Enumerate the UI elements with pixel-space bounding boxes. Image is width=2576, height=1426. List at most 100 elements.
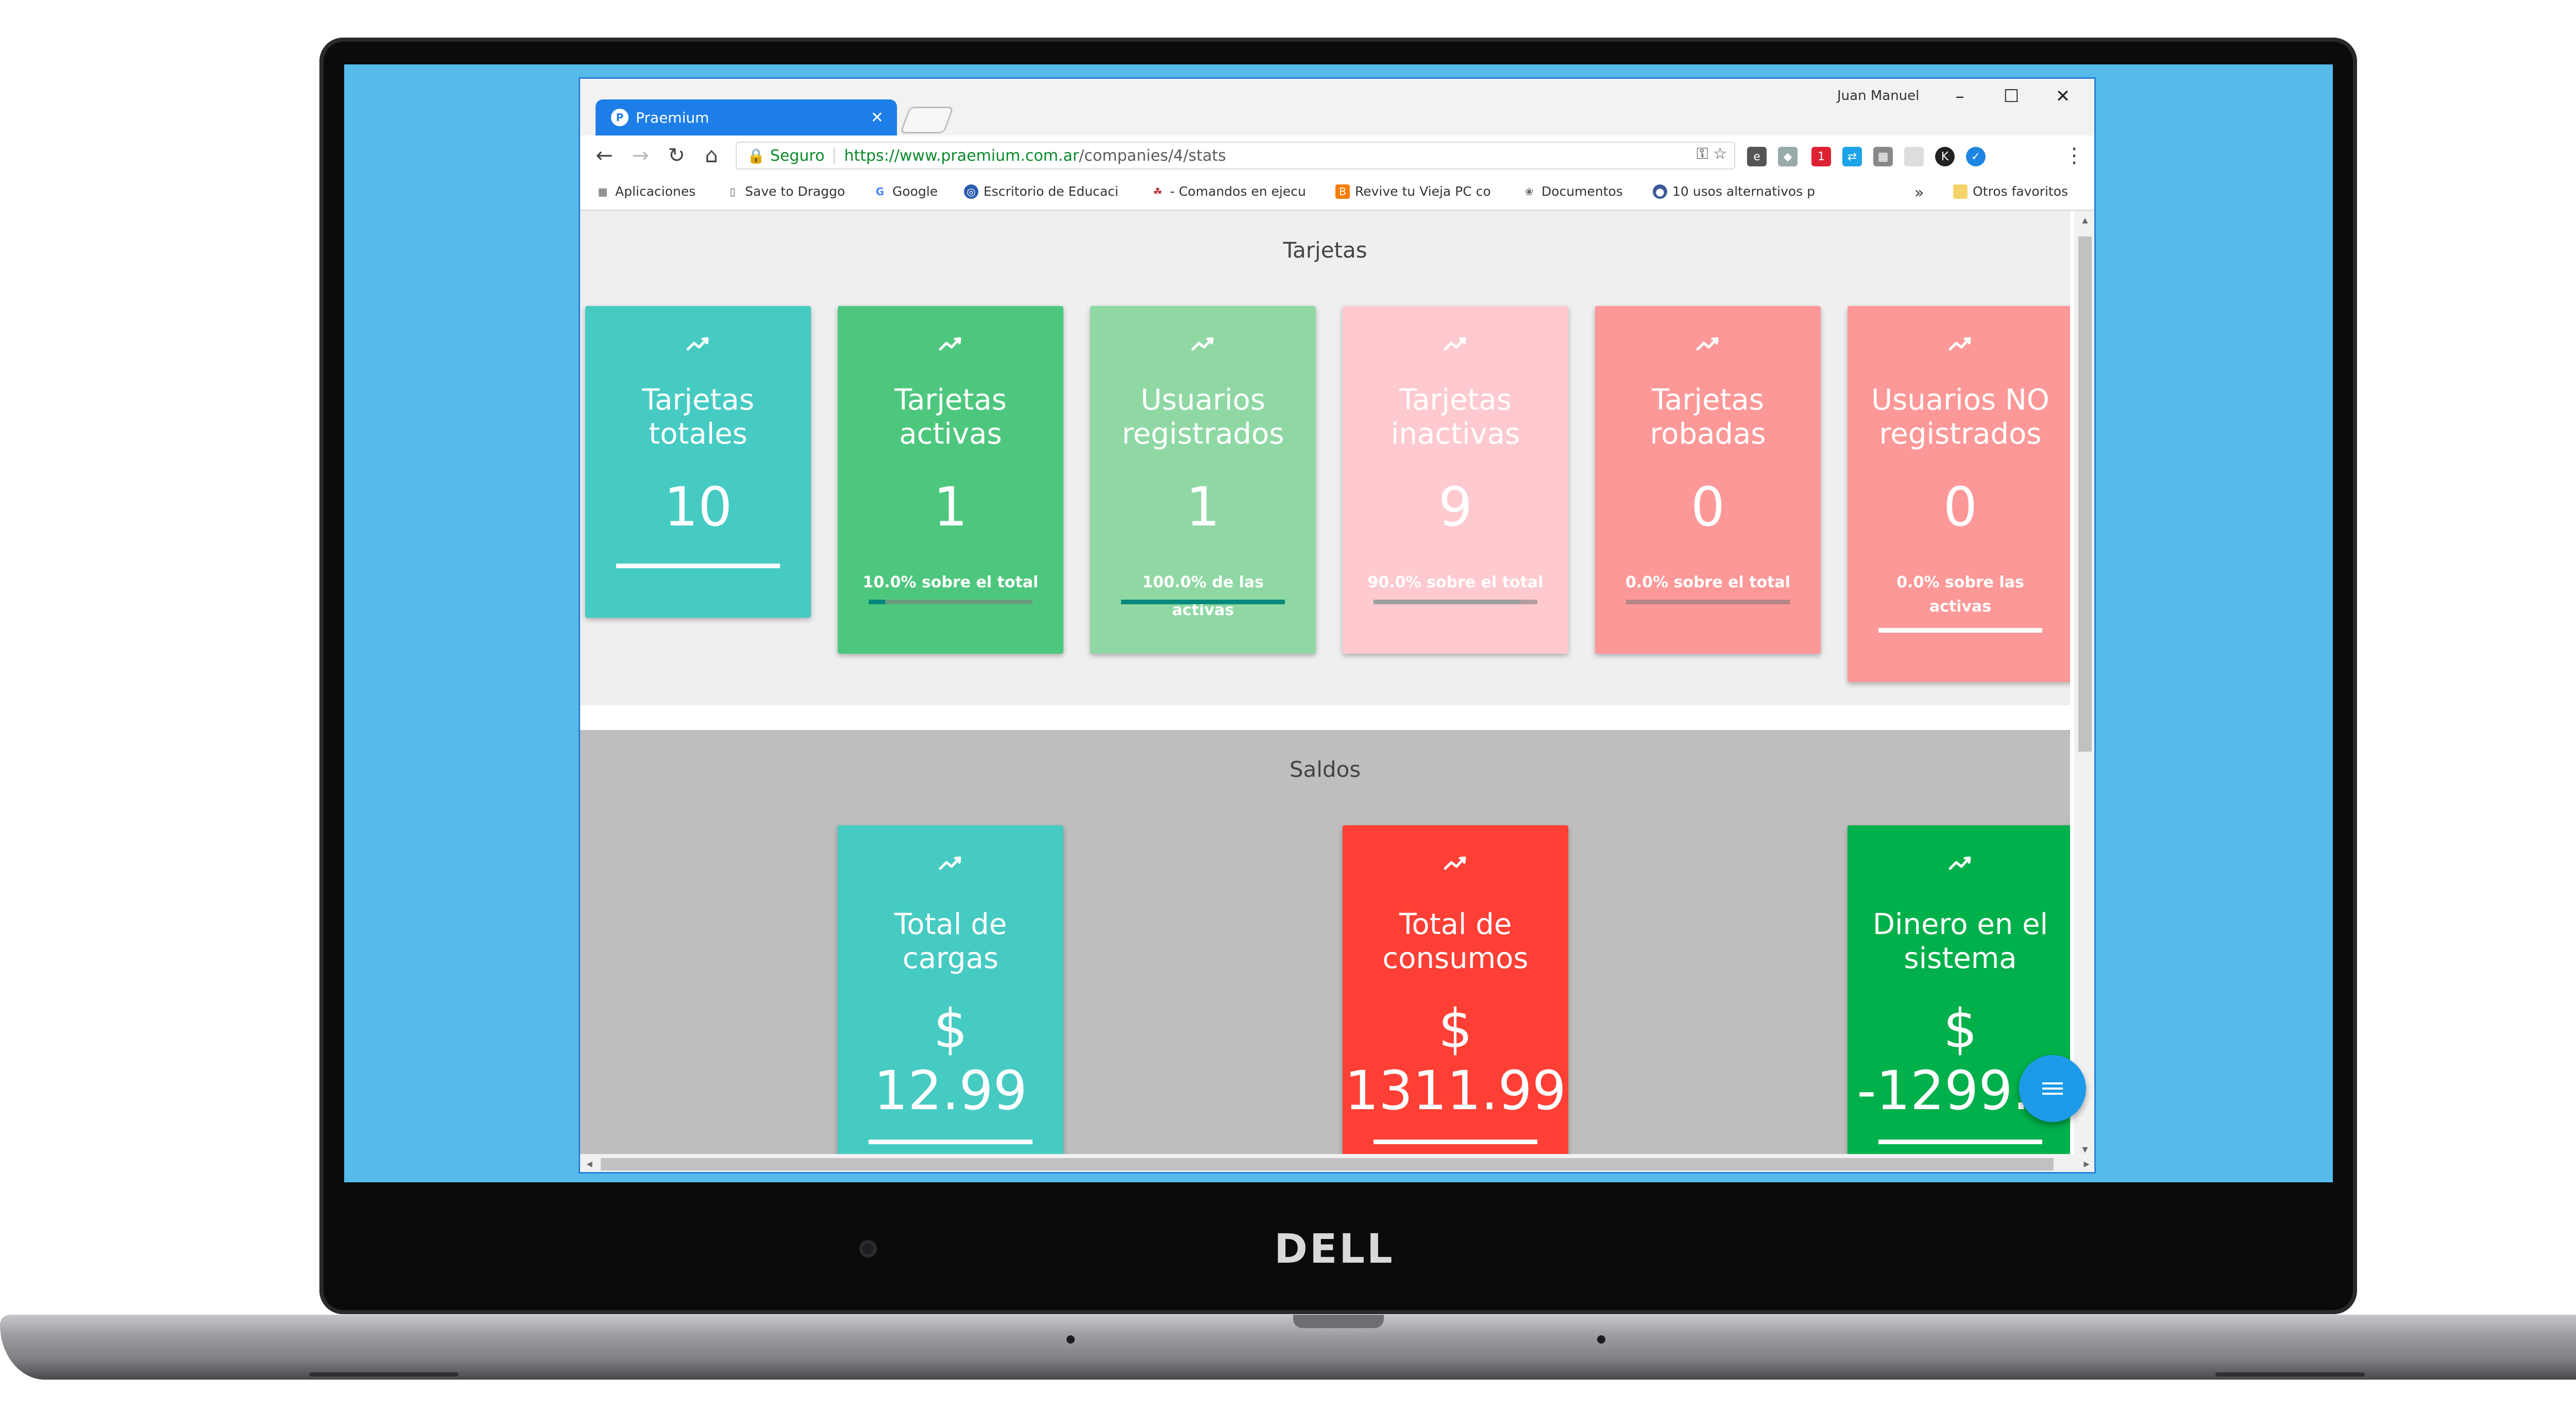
card-underline — [869, 1140, 1032, 1144]
card-label: Tarjetas robadas — [1595, 383, 1821, 451]
google-icon: G — [875, 185, 885, 198]
home-icon[interactable]: ⌂ — [699, 143, 724, 168]
laptop-notch — [1293, 1315, 1384, 1328]
bookmark-item[interactable]: ☘ - Comandos en ejecu — [1150, 184, 1306, 199]
card-label-line: registrados — [1122, 417, 1284, 451]
stat-card: Tarjetas inactivas 9 90.0% sobre el total — [1343, 306, 1568, 654]
trending-up-icon — [1948, 337, 1971, 351]
reload-icon[interactable]: ↻ — [664, 143, 689, 168]
minimize-button[interactable]: – — [1935, 82, 1985, 111]
balance-card: Total de consumos $1311.99 — [1343, 825, 1568, 1159]
scrollbar-thumb[interactable] — [2078, 236, 2092, 752]
card-value: 9 — [1438, 476, 1473, 538]
card-label-line: totales — [649, 417, 748, 451]
stat-card: Usuarios NO registrados 0 0.0% sobre las act… — [1848, 306, 2070, 682]
card-label-line: Total de — [894, 908, 1007, 941]
scrollbar-thumb[interactable] — [601, 1158, 2054, 1170]
trending-up-icon — [1696, 337, 1719, 351]
laptop-base — [0, 1315, 2576, 1380]
new-tab-button[interactable] — [900, 107, 954, 133]
card-subtitle: 90.0% sobre el total — [1367, 573, 1544, 591]
tab-praemium[interactable]: P Praemium ✕ — [596, 99, 897, 135]
card-label: Tarjetas activas — [838, 383, 1063, 451]
progress-bar — [616, 564, 780, 568]
trending-up-icon — [1191, 337, 1214, 351]
bookmark-item[interactable]: B Revive tu Vieja PC co — [1335, 184, 1491, 199]
card-label-line: Tarjetas — [1399, 383, 1512, 417]
stat-card: Tarjetas robadas 0 0.0% sobre el total — [1595, 306, 1821, 654]
card-label-line: consumos — [1382, 942, 1529, 975]
card-underline — [1374, 1140, 1537, 1144]
scroll-right-arrow-icon[interactable]: ▸ — [2077, 1154, 2094, 1172]
address-bar[interactable]: 🔒 Seguro https://www.praemium.com.ar/com… — [736, 142, 1735, 169]
card-value: 0 — [1943, 476, 1978, 538]
card-label-line: activas — [899, 417, 1002, 451]
close-window-button[interactable]: ✕ — [2038, 82, 2088, 111]
progress-bar-fill — [869, 600, 885, 604]
card-label-line: Tarjetas — [894, 383, 1007, 417]
browser-toolbar: ← → ↻ ⌂ 🔒 Seguro https://www.praemium.co… — [580, 135, 2094, 177]
card-value: 1 — [933, 476, 968, 538]
trending-up-icon — [1444, 856, 1466, 870]
forward-arrow-icon[interactable]: → — [628, 143, 653, 168]
card-label-line: sistema — [1904, 942, 2017, 975]
card-value: 10 — [664, 476, 733, 538]
folder-icon — [1953, 184, 1968, 199]
bookmarks-overflow-button[interactable]: » — [1914, 184, 1924, 202]
k-extension-icon[interactable]: K — [1935, 147, 1955, 166]
extension-icon[interactable]: ✓ — [1966, 147, 1986, 166]
progress-bar-fill — [1121, 600, 1285, 604]
card-label: Tarjetas totales — [585, 383, 811, 451]
floating-menu-button[interactable] — [2019, 1055, 2086, 1122]
extension-icon[interactable] — [1904, 147, 1924, 166]
balance-amount: 1311.99 — [1344, 1059, 1567, 1122]
mail-extension-icon[interactable]: 1 — [1811, 147, 1831, 166]
currency-symbol: $ — [1943, 997, 1978, 1060]
progress-bar-fill — [1374, 600, 1521, 604]
balance-amount: 12.99 — [874, 1059, 1027, 1122]
tarjetas-section: Tarjetas Tarjetas totales 10 Tarjetas activa… — [580, 211, 2070, 705]
vertical-scrollbar[interactable]: ▴ ▾ — [2074, 211, 2094, 1159]
extension-icon[interactable]: ▦ — [1873, 147, 1893, 166]
title-bar: P Praemium ✕ Juan Manuel – ☐ ✕ — [580, 79, 2094, 135]
bookmarks-bar: ▦ Aplicaciones ▯ Save to Draggo G Google ◎ E… — [580, 177, 2094, 211]
bookmark-item[interactable]: ▯ Save to Draggo — [725, 184, 845, 199]
balance-card: Total de cargas $12.99 — [838, 825, 1063, 1159]
stat-card: Tarjetas totales 10 — [585, 306, 811, 618]
card-label: Tarjetas inactivas — [1343, 383, 1568, 451]
trending-up-icon — [939, 337, 961, 351]
star-bookmark-icon[interactable]: ⚿ ☆ — [1697, 145, 1727, 163]
bookmark-favicon-icon: ● — [1653, 184, 1667, 199]
bookmark-item[interactable]: ● 10 usos alternativos p — [1653, 184, 1815, 199]
horizontal-scrollbar[interactable]: ◂ ▸ — [580, 1154, 2094, 1172]
progress-bar — [1878, 628, 2042, 633]
bookmark-apps[interactable]: ▦ Aplicaciones — [596, 184, 696, 199]
bookmark-item[interactable]: ❀ Documentos — [1522, 184, 1623, 199]
back-arrow-icon[interactable]: ← — [591, 143, 617, 168]
progress-bar — [1374, 600, 1537, 604]
url-host: https://www.praemium.com.ar — [844, 146, 1079, 165]
maximize-button[interactable]: ☐ — [1987, 82, 2036, 111]
dropbox-extension-icon[interactable]: ◆ — [1778, 147, 1798, 166]
card-subtitle: 10.0% sobre el total — [862, 573, 1039, 591]
bookmark-other-favorites[interactable]: Otros favoritos — [1953, 184, 2068, 199]
scroll-left-arrow-icon[interactable]: ◂ — [580, 1154, 599, 1172]
scroll-up-arrow-icon[interactable]: ▴ — [2074, 211, 2094, 229]
progress-bar — [1121, 600, 1285, 604]
security-label: Seguro — [770, 146, 825, 165]
webcam — [859, 1240, 877, 1258]
card-value: 0 — [1690, 476, 1725, 538]
apps-grid-icon: ▦ — [598, 185, 608, 198]
card-label-line: Usuarios — [1141, 383, 1265, 417]
sync-extension-icon[interactable]: ⇄ — [1842, 147, 1862, 166]
profile-name[interactable]: Juan Manuel — [1837, 88, 1919, 104]
evernote-extension-icon[interactable]: e — [1747, 147, 1767, 166]
card-label-line: inactivas — [1391, 417, 1520, 451]
menu-kebab-icon[interactable]: ⋮ — [2061, 143, 2087, 168]
bookmark-favicon-icon: ❀ — [1524, 185, 1534, 198]
card-label-line: registrados — [1879, 417, 2042, 451]
bookmark-item[interactable]: G Google — [873, 184, 938, 199]
tab-close-icon[interactable]: ✕ — [871, 109, 884, 127]
card-subtitle: 0.0% sobre el total — [1625, 573, 1791, 591]
bookmark-item[interactable]: ◎ Escritorio de Educaci — [964, 184, 1118, 199]
